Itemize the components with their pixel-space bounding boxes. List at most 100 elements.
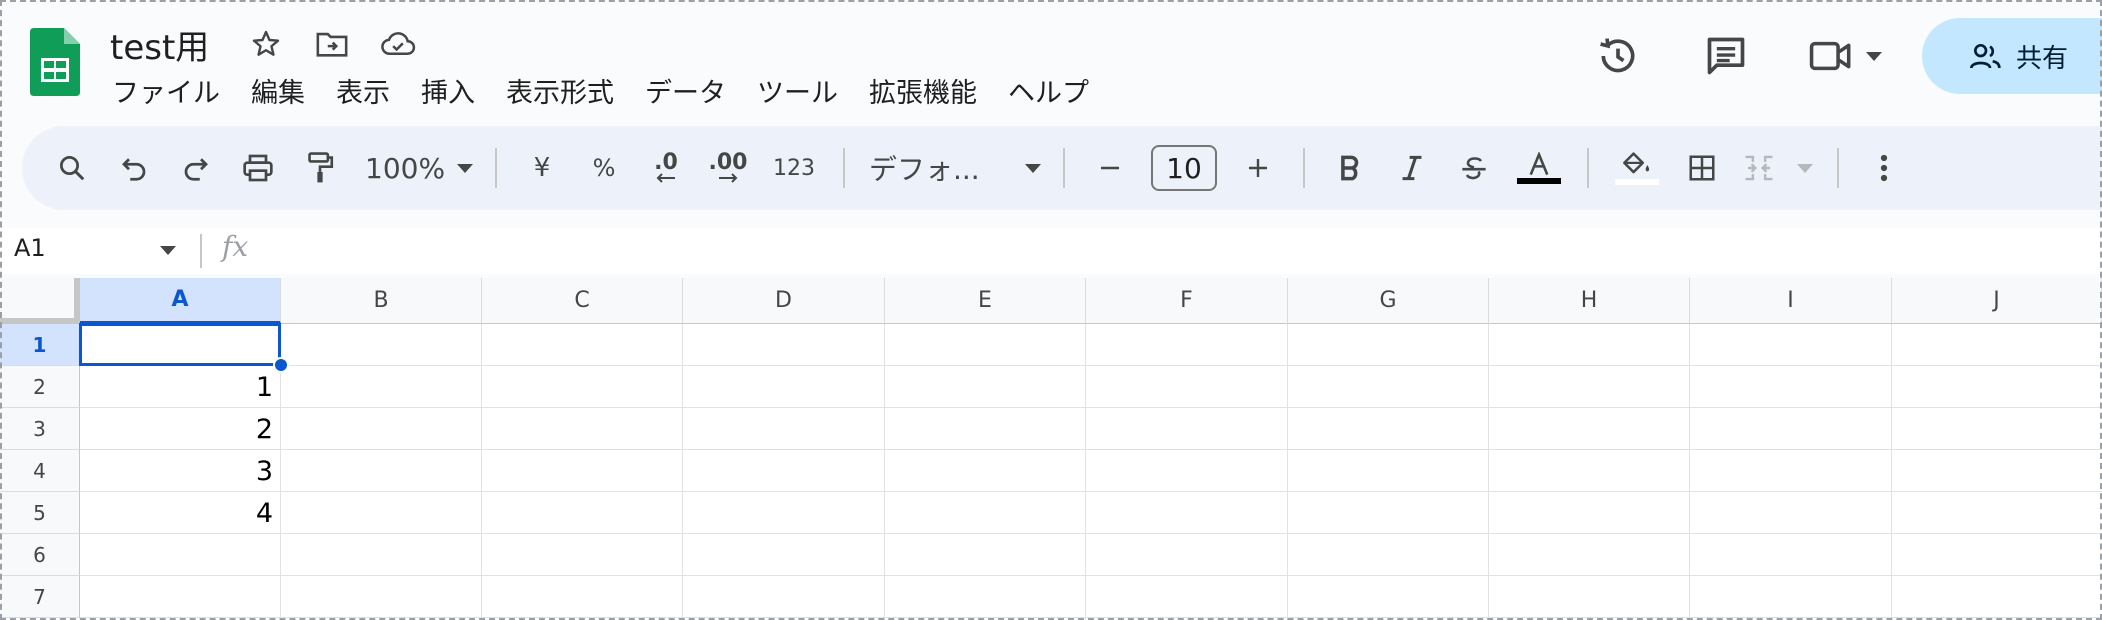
arrow-left-icon (656, 173, 675, 183)
sheets-logo[interactable] (30, 28, 80, 96)
formula-bar-divider (200, 234, 202, 268)
fill-color-icon[interactable] (1614, 142, 1660, 194)
menu-help[interactable]: ヘルプ (1008, 74, 1106, 114)
row-header-4[interactable]: 4 (0, 450, 80, 492)
cloud-saved-icon[interactable] (378, 24, 418, 64)
column-header-h[interactable]: H (1489, 278, 1690, 324)
merge-cells-button[interactable] (1743, 142, 1813, 194)
search-icon[interactable] (52, 142, 92, 194)
toolbar-divider (843, 148, 845, 188)
menu-file[interactable]: ファイル (112, 74, 237, 114)
redo-icon[interactable] (176, 142, 216, 194)
share-button[interactable]: 共有 (1922, 18, 2102, 94)
toolbar: 100% ¥ % .0 .00 123 デフォ... 10 (22, 126, 2102, 210)
toolbar-divider (1303, 148, 1305, 188)
row-header-3[interactable]: 3 (0, 408, 80, 450)
grid-line (80, 365, 2102, 366)
spreadsheet-grid[interactable]: ABCDEFGHIJ 1234567 1234 (0, 278, 2102, 620)
meet-button[interactable] (1808, 36, 1882, 76)
increase-font-size-button[interactable] (1238, 142, 1278, 194)
bold-icon[interactable] (1330, 142, 1370, 194)
grid-line (80, 575, 2102, 576)
document-title[interactable]: test用 (110, 20, 209, 69)
column-header-f[interactable]: F (1086, 278, 1288, 324)
toolbar-divider (1587, 148, 1589, 188)
history-icon[interactable] (1588, 26, 1648, 86)
cell-a2[interactable]: 1 (80, 366, 281, 408)
zoom-value: 100% (365, 151, 446, 185)
paint-format-icon[interactable] (300, 142, 340, 194)
menu-view[interactable]: 表示 (336, 74, 407, 114)
decrease-decimal-button[interactable]: .0 (646, 142, 686, 194)
column-header-a[interactable]: A (80, 278, 281, 324)
increase-decimal-button[interactable]: .00 (708, 142, 748, 194)
menu-tools[interactable]: ツール (757, 74, 855, 114)
selected-cell-outline[interactable] (79, 323, 281, 366)
people-icon (1970, 44, 2001, 69)
app-header: test用 ファイル 編集 表示 挿入 表示形式 データ ツール 拡張機能 ヘル… (0, 0, 2102, 122)
grid-line (80, 491, 2102, 492)
currency-format-button[interactable]: ¥ (522, 142, 562, 194)
menu-edit[interactable]: 編集 (251, 74, 322, 114)
chevron-down-icon (1025, 163, 1041, 173)
font-select[interactable]: デフォ... (859, 142, 1049, 194)
menu-insert[interactable]: 挿入 (421, 74, 492, 114)
arrow-right-icon (719, 173, 738, 183)
share-label: 共有 (2016, 43, 2069, 74)
fill-color-bar (1615, 179, 1659, 185)
meet-icon (1809, 41, 1851, 71)
column-header-c[interactable]: C (482, 278, 683, 324)
name-box[interactable]: A1 (14, 234, 46, 262)
print-icon[interactable] (238, 142, 278, 194)
row-header-1[interactable]: 1 (0, 324, 80, 366)
decrease-decimal-label: .0 (654, 150, 678, 175)
merge-icon (1745, 155, 1773, 181)
row-header-2[interactable]: 2 (0, 366, 80, 408)
fill-handle[interactable] (273, 357, 289, 373)
move-to-folder-icon[interactable] (312, 24, 352, 64)
toolbar-divider (495, 148, 497, 188)
column-header-e[interactable]: E (885, 278, 1086, 324)
zoom-select[interactable]: 100% (351, 142, 481, 194)
chevron-down-icon[interactable] (160, 246, 176, 255)
percent-format-button[interactable]: % (584, 142, 624, 194)
row-header-6[interactable]: 6 (0, 534, 80, 576)
formula-bar: A1 fx (0, 228, 2102, 274)
grid-line (80, 449, 2102, 450)
menu-bar: ファイル 編集 表示 挿入 表示形式 データ ツール 拡張機能 ヘルプ (112, 74, 1120, 114)
italic-icon[interactable] (1392, 142, 1432, 194)
star-icon[interactable] (246, 24, 286, 64)
more-vert-icon[interactable] (1864, 142, 1904, 194)
more-formats-button[interactable]: 123 (770, 142, 818, 194)
row-header-7[interactable]: 7 (0, 576, 80, 618)
grid-line (80, 533, 2102, 534)
increase-decimal-label: .00 (708, 150, 748, 175)
cell-a3[interactable]: 2 (80, 408, 281, 450)
chevron-down-icon (457, 163, 473, 173)
chevron-down-icon (1797, 163, 1813, 173)
text-color-icon[interactable] (1516, 142, 1562, 194)
column-header-i[interactable]: I (1690, 278, 1892, 324)
row-header-5[interactable]: 5 (0, 492, 80, 534)
select-all-corner[interactable] (0, 278, 80, 324)
menu-data[interactable]: データ (645, 74, 743, 114)
menu-extensions[interactable]: 拡張機能 (869, 74, 994, 114)
comment-icon[interactable] (1696, 26, 1756, 86)
column-header-b[interactable]: B (281, 278, 482, 324)
toolbar-divider (1063, 148, 1065, 188)
font-size-field[interactable]: 10 (1151, 145, 1217, 191)
borders-icon[interactable] (1682, 142, 1722, 194)
cell-a4[interactable]: 3 (80, 450, 281, 492)
column-header-j[interactable]: J (1892, 278, 2102, 324)
undo-icon[interactable] (114, 142, 154, 194)
strikethrough-icon[interactable] (1454, 142, 1494, 194)
fx-icon: fx (222, 230, 249, 263)
grid-line (80, 617, 2102, 618)
grid-line (80, 407, 2102, 408)
cell-a5[interactable]: 4 (80, 492, 281, 534)
column-header-g[interactable]: G (1288, 278, 1489, 324)
chevron-down-icon (1866, 51, 1882, 61)
decrease-font-size-button[interactable] (1090, 142, 1130, 194)
column-header-d[interactable]: D (683, 278, 885, 324)
menu-format[interactable]: 表示形式 (506, 74, 631, 114)
